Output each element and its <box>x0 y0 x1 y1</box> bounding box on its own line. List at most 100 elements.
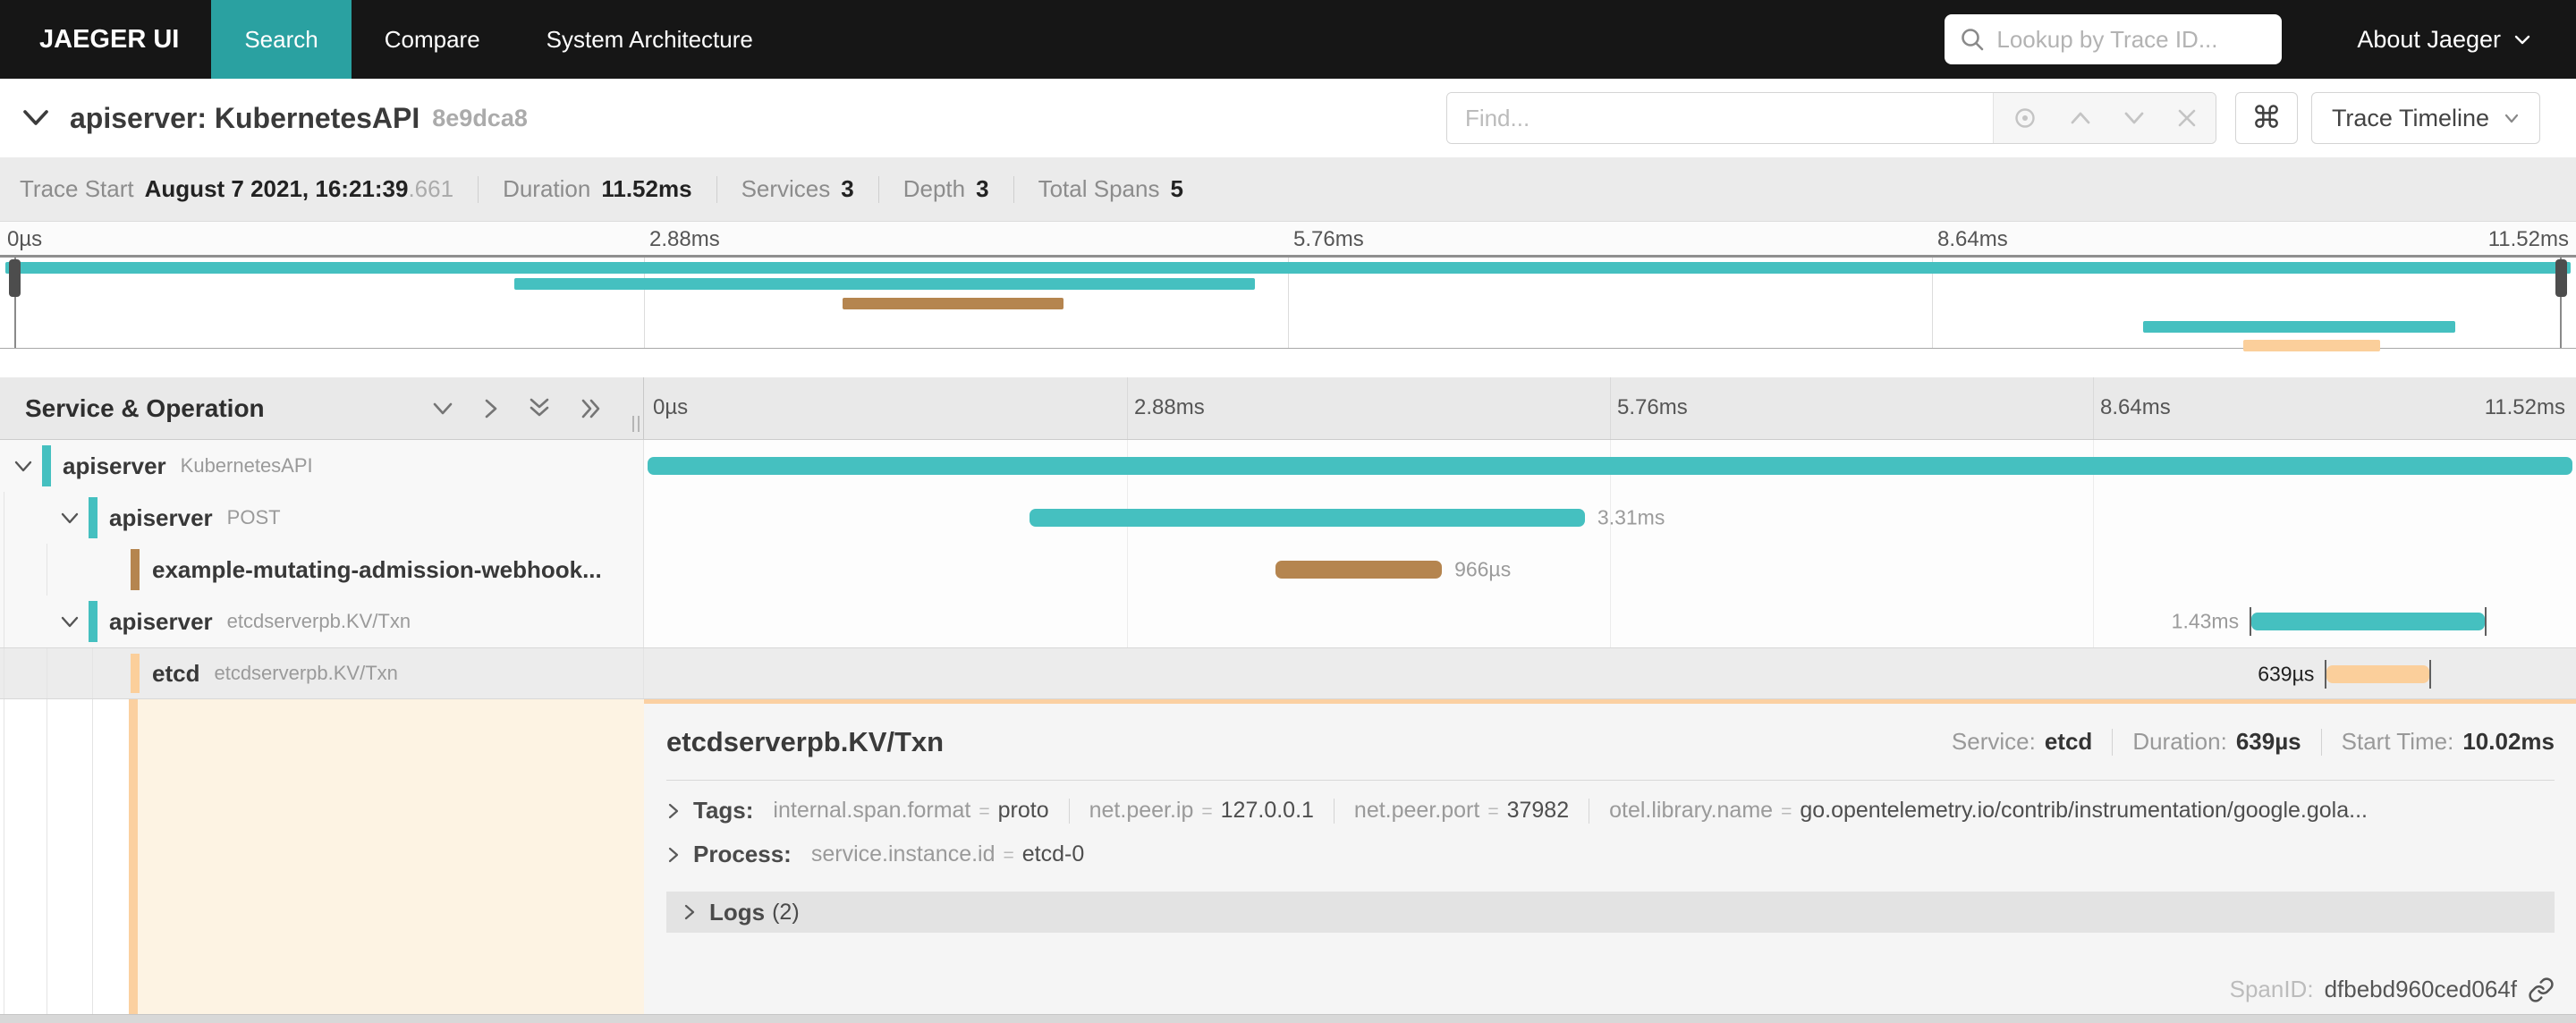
timeline-header-cell: 0µs 2.88ms 5.76ms 8.64ms 11.52ms <box>644 377 2576 439</box>
span-detail-meta: Service: etcd Duration: 639µs Start Time… <box>1952 728 2555 756</box>
span-duration-bar[interactable] <box>648 457 2572 475</box>
duration-value: 11.52ms <box>601 175 692 202</box>
span-name-cell: apiserver POST <box>0 492 644 544</box>
span-duration-bar[interactable]: 1.43ms <box>2172 607 2487 636</box>
span-row-example-mutating-admission-webhook[interactable]: example-mutating-admission-webhook... 96… <box>0 544 2576 596</box>
span-color-block <box>89 601 97 642</box>
span-timeline-cell: 639µs <box>644 648 2576 698</box>
expand-one-chevron-right-icon[interactable] <box>482 396 500 421</box>
span-duration-bar[interactable]: 966µs <box>1275 558 1511 581</box>
trace-minimap[interactable] <box>0 255 2576 351</box>
tag-otel-library-name: otel.library.name = go.opentelemetry.io/… <box>1609 798 2368 824</box>
span-row-apiserver-post[interactable]: apiserver POST 3.31ms <box>0 492 2576 544</box>
span-name-cell: etcd etcdserverpb.KV/Txn <box>0 648 644 698</box>
span-row-apiserver-kubernetesapi[interactable]: apiserver KubernetesAPI <box>0 440 2576 492</box>
app-brand: JAEGER UI <box>39 24 180 54</box>
tags-label: Tags: <box>693 797 754 824</box>
indent-guide <box>92 648 93 698</box>
prev-result-chevron-up-icon[interactable] <box>2069 110 2092 126</box>
tag-net-peer-port: net.peer.port = 37982 <box>1354 798 1569 824</box>
timeline-tick-2: 5.76ms <box>1617 395 1688 419</box>
minimap-tick-4: 11.52ms <box>2487 227 2569 251</box>
trace-lookup-input[interactable] <box>1996 25 2297 54</box>
span-operation-name: KubernetesAPI <box>180 454 313 477</box>
service-meta-label: Service: <box>1951 728 2036 755</box>
span-row-apiserver-etcdserverpb-kv-txn[interactable]: apiserver etcdserverpb.KV/Txn 1.43ms <box>0 596 2576 647</box>
equals-sign: = <box>1781 801 1792 822</box>
clear-find-x-icon[interactable] <box>2176 107 2198 129</box>
about-jaeger-menu[interactable]: About Jaeger <box>2357 26 2531 54</box>
span-service-name: apiserver <box>109 607 213 635</box>
chevron-down-icon[interactable] <box>59 511 80 526</box>
total-spans-value: 5 <box>1170 175 1183 202</box>
span-detail-panel: etcdserverpb.KV/Txn Service: etcd Durati… <box>644 699 2576 1014</box>
find-input[interactable] <box>1446 93 1993 143</box>
focus-target-icon[interactable] <box>2012 105 2038 131</box>
nav-item-search[interactable]: Search <box>211 0 352 79</box>
minimap-gap <box>0 349 2576 377</box>
tag-internal-span-format: internal.span.format = proto <box>773 798 1048 824</box>
minimap-right-drag-handle[interactable] <box>2555 259 2567 297</box>
minimap-span-bar <box>842 298 1064 309</box>
equals-sign: = <box>979 801 990 822</box>
tags-accordion[interactable]: Tags: internal.span.format = proto net.p… <box>666 797 2555 824</box>
find-group <box>1445 92 2216 144</box>
minimap-time-axis: 0µs 2.88ms 5.76ms 8.64ms 11.52ms <box>0 222 2576 255</box>
equals-sign: = <box>1201 801 1213 822</box>
collapse-trace-chevron-icon[interactable] <box>20 106 52 130</box>
trace-id-short: 8e9dca8 <box>432 104 528 131</box>
span-duration-bar[interactable]: 639µs <box>2258 660 2432 689</box>
expand-all-double-chevron-right-icon[interactable] <box>579 396 604 421</box>
meta-divider <box>2112 728 2114 756</box>
span-service-name: etcd <box>152 659 200 687</box>
span-color-block <box>131 654 140 693</box>
copy-link-icon[interactable] <box>2528 976 2555 1003</box>
span-service-name: example-mutating-admission-webhook... <box>152 555 602 583</box>
span-detail-title-row: etcdserverpb.KV/Txn Service: etcd Durati… <box>666 704 2555 781</box>
about-jaeger-label: About Jaeger <box>2357 25 2501 53</box>
span-color-block <box>89 497 97 538</box>
keyboard-shortcuts-button[interactable]: ⌘ <box>2234 92 2298 144</box>
minimap-span-bar <box>2243 340 2381 351</box>
collapse-controls <box>430 396 643 421</box>
next-result-chevron-down-icon[interactable] <box>2123 110 2146 126</box>
chevron-down-icon <box>2513 33 2531 46</box>
collapse-all-double-chevron-down-icon[interactable] <box>527 396 552 421</box>
command-icon: ⌘ <box>2250 101 2282 135</box>
nav-item-compare[interactable]: Compare <box>352 0 513 79</box>
tag-value: etcd-0 <box>1021 841 1085 867</box>
span-color-block <box>42 445 51 486</box>
timeline-tick-0: 0µs <box>653 395 689 419</box>
services-label: Services <box>741 175 831 202</box>
span-duration-label: 966µs <box>1454 557 1512 581</box>
total-spans-label: Total Spans <box>1038 175 1160 202</box>
span-id-label: SpanID: <box>2229 976 2314 1002</box>
trace-view-selector[interactable]: Trace Timeline <box>2310 92 2540 144</box>
minimap-span-bar <box>513 278 1255 290</box>
span-timeline-cell: 1.43ms <box>644 596 2576 647</box>
trace-start-millis: .661 <box>408 175 454 202</box>
process-accordion[interactable]: Process: service.instance.id = etcd-0 <box>666 841 2555 868</box>
minimap-left-drag-handle[interactable] <box>9 259 21 297</box>
tag-divider <box>1333 798 1335 824</box>
minimap-tick-1: 2.88ms <box>649 227 720 251</box>
minimap-tick-2: 5.76ms <box>1293 227 1364 251</box>
column-resizer-grip[interactable] <box>632 416 640 432</box>
span-row-etcd-etcdserverpb-kv-txn[interactable]: etcd etcdserverpb.KV/Txn 639µs <box>0 647 2576 699</box>
minimap-span-bar <box>4 262 2572 274</box>
logs-label: Logs <box>709 898 766 926</box>
tag-key: service.instance.id <box>810 841 996 867</box>
logs-accordion[interactable]: Logs (2) <box>666 892 2555 933</box>
span-duration-bar[interactable]: 3.31ms <box>1029 506 1665 529</box>
minimap-tick-0: 0µs <box>7 227 43 251</box>
chevron-down-icon[interactable] <box>59 614 80 630</box>
collapse-one-chevron-down-icon[interactable] <box>430 400 455 418</box>
chevron-down-icon[interactable] <box>13 459 34 474</box>
nav-item-system-architecture[interactable]: System Architecture <box>513 0 786 79</box>
span-id-row: SpanID: dfbebd960ced064f <box>2230 976 2555 1003</box>
chevron-right-icon <box>682 902 697 922</box>
tag-divider <box>1068 798 1070 824</box>
bottom-scroll-strip[interactable] <box>0 1014 2576 1023</box>
span-id-value: dfbebd960ced064f <box>2324 976 2517 1002</box>
minimap-span-bar <box>2143 321 2455 333</box>
